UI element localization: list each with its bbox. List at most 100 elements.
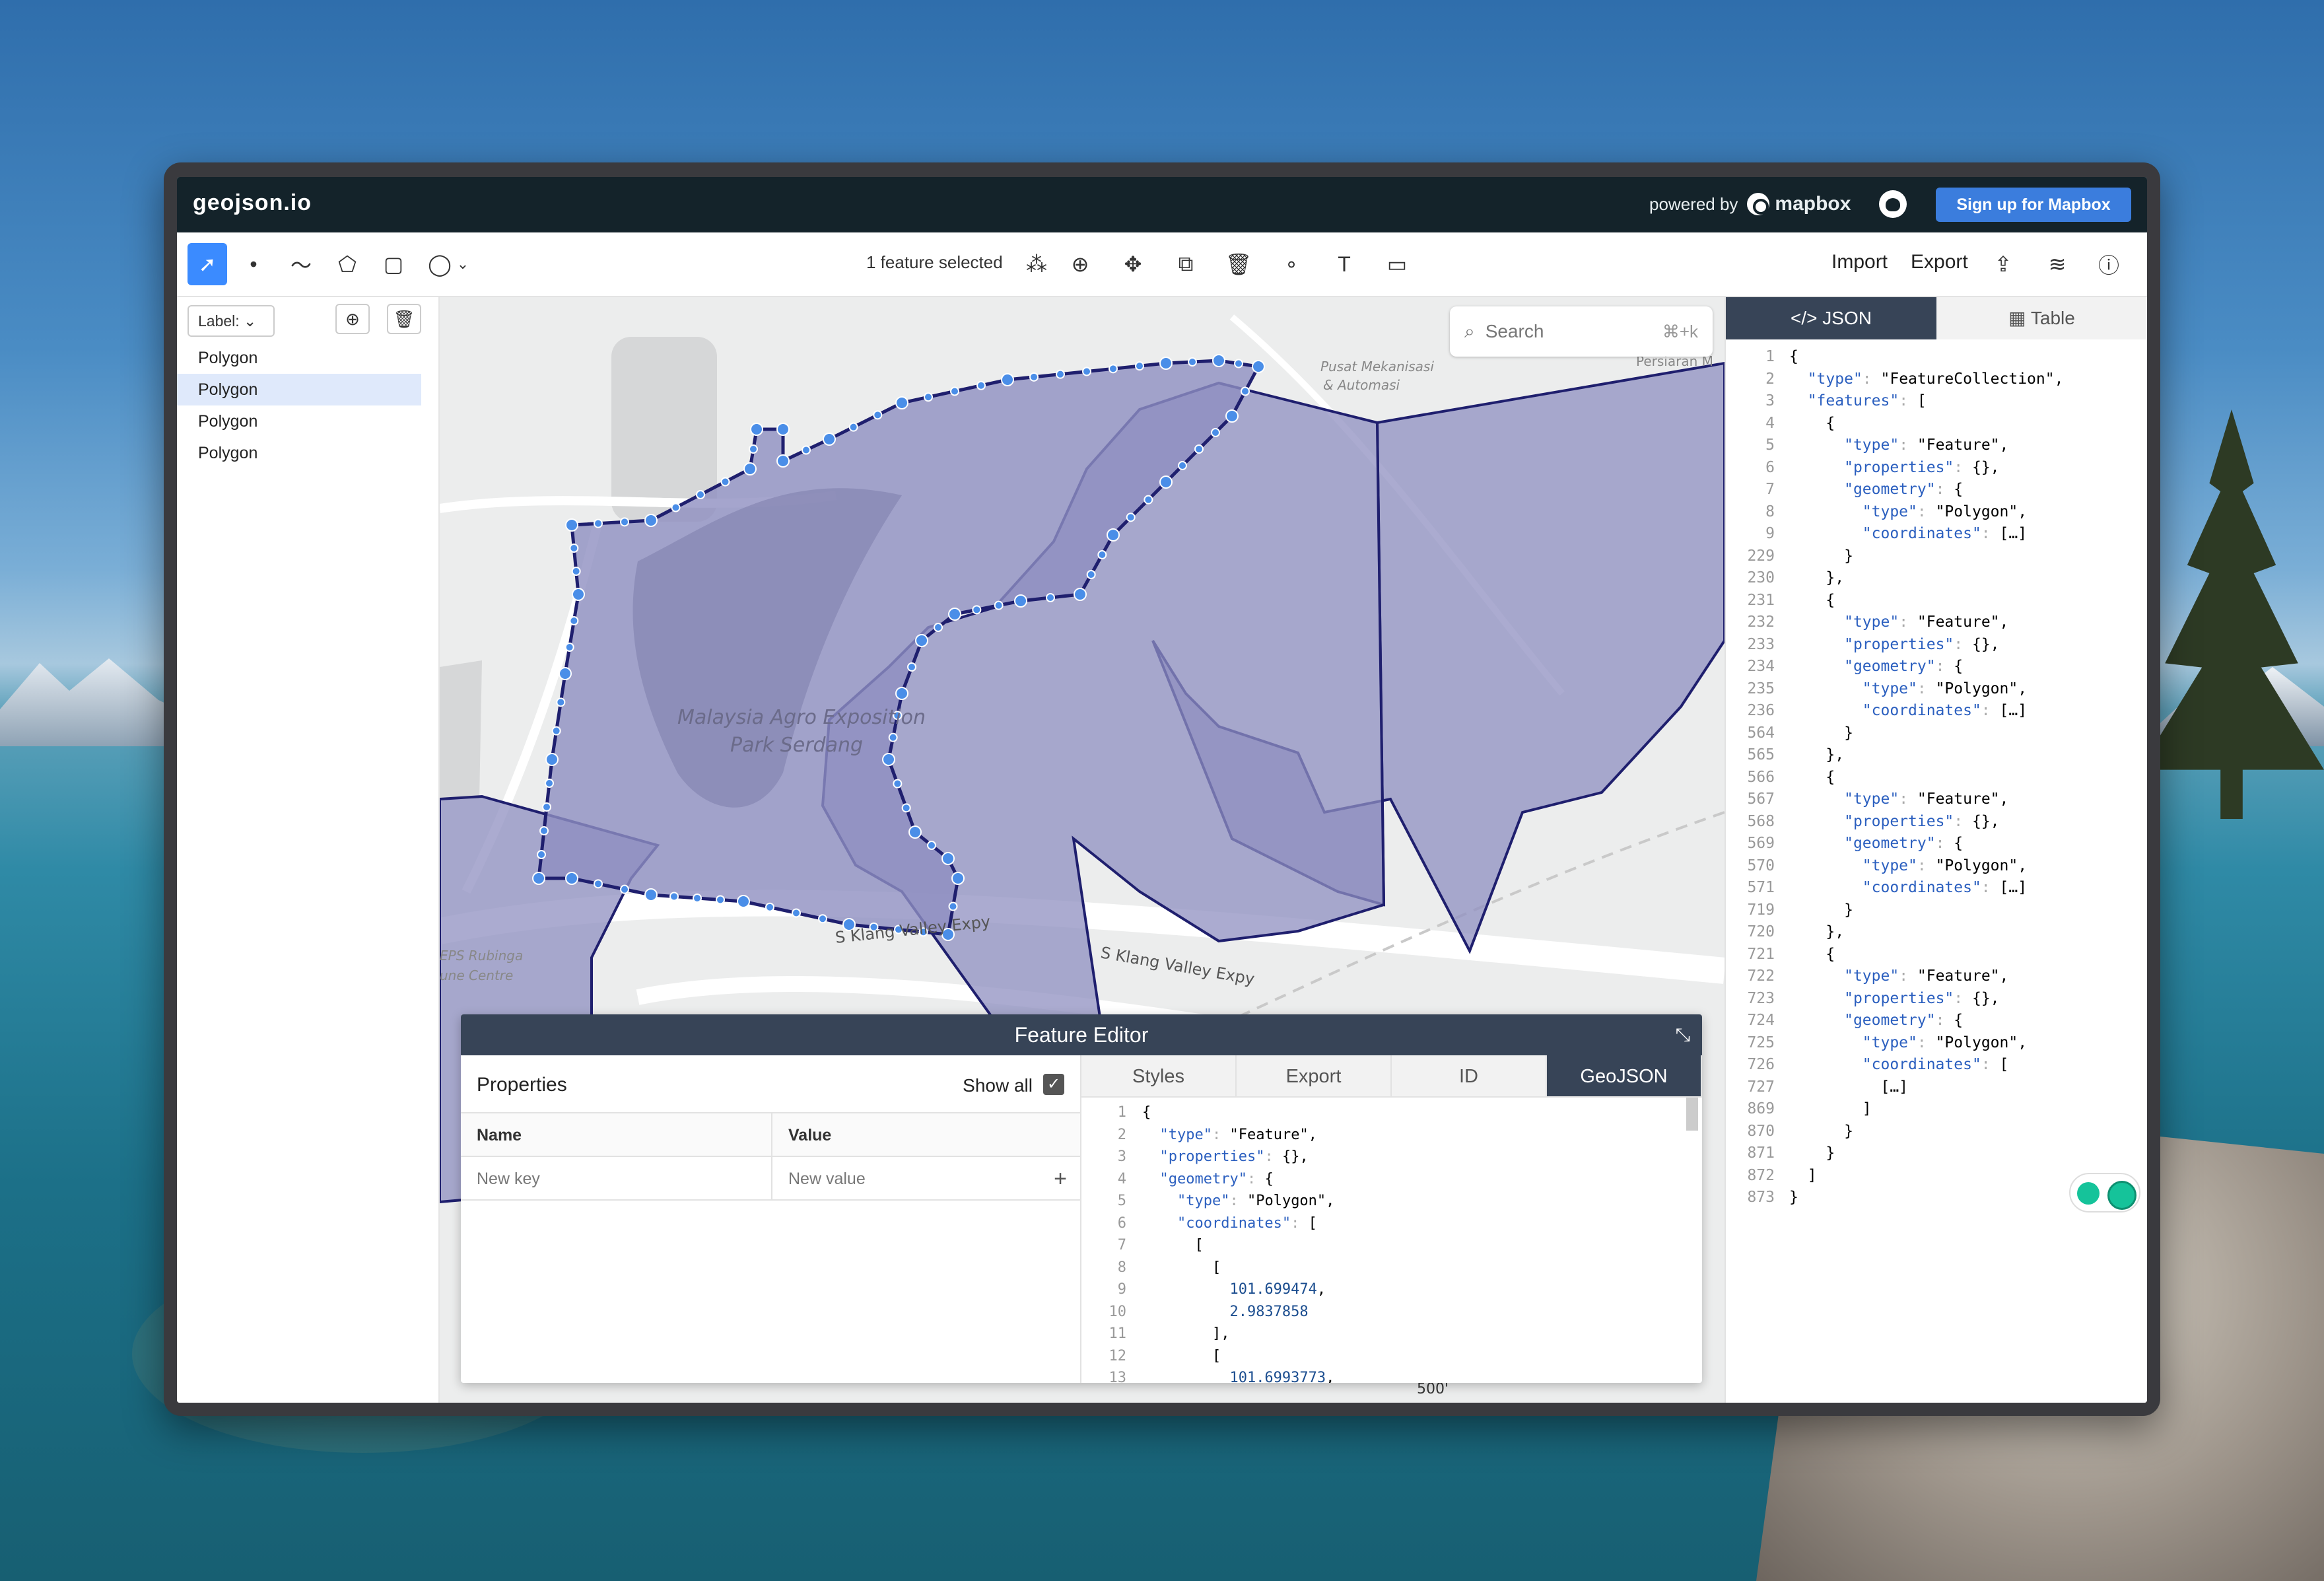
trash-icon[interactable]: 🗑 — [1219, 243, 1258, 285]
tab-geojson[interactable]: GeoJSON — [1547, 1055, 1702, 1096]
vertex-handle[interactable] — [888, 732, 898, 742]
grammarly-icon[interactable] — [2069, 1173, 2140, 1212]
vertex-handle[interactable] — [750, 423, 763, 436]
vertex-handle[interactable] — [551, 726, 561, 736]
vertex-handle[interactable] — [1029, 372, 1039, 382]
tab-table[interactable]: ▦ Table — [1936, 297, 2147, 339]
vertex-handle[interactable] — [571, 567, 581, 576]
vertex-handle[interactable] — [776, 454, 790, 468]
label-select[interactable]: Label: ⌄ — [188, 305, 275, 337]
vertex-handle[interactable] — [1082, 367, 1091, 376]
vertex-handle[interactable] — [1135, 361, 1144, 371]
text-icon[interactable]: T — [1324, 243, 1364, 285]
vertex-handle[interactable] — [539, 826, 549, 835]
vertex-handle[interactable] — [1046, 593, 1055, 602]
vertex-handle[interactable] — [1159, 357, 1173, 370]
new-key-input[interactable]: New key — [461, 1157, 772, 1201]
vertex-handle[interactable] — [696, 490, 705, 499]
target-icon[interactable]: ⊕ — [1060, 243, 1100, 285]
vertex-handle[interactable] — [776, 423, 790, 436]
info-icon[interactable]: ⓘ — [2089, 243, 2129, 285]
geojson-code-editor[interactable]: 1{2 "type": "Feature", 3 "properties": {}… — [1081, 1098, 1689, 1383]
vertex-handle[interactable] — [542, 802, 551, 812]
ruler-icon[interactable]: ▭ — [1377, 243, 1417, 285]
vertex-handle[interactable] — [1126, 512, 1136, 522]
vertex-handle[interactable] — [1225, 409, 1239, 423]
vertex-handle[interactable] — [1144, 495, 1153, 505]
vertex-handle[interactable] — [1252, 360, 1265, 373]
vertex-handle[interactable] — [545, 753, 559, 766]
import-menu[interactable]: Import — [1831, 251, 1888, 273]
vertex-handle[interactable] — [893, 779, 903, 789]
vertex-handle[interactable] — [765, 902, 774, 912]
vertex-handle[interactable] — [572, 588, 585, 601]
vertex-handle[interactable] — [620, 884, 629, 894]
vertex-handle[interactable] — [594, 518, 603, 528]
tab-styles[interactable]: Styles — [1081, 1055, 1237, 1096]
vertex-handle[interactable] — [1056, 369, 1065, 379]
vertex-handle[interactable] — [907, 662, 916, 672]
vertex-handle[interactable] — [1107, 528, 1120, 542]
duplicate-icon[interactable]: ⧉ — [1166, 243, 1206, 285]
vertex-handle[interactable] — [545, 779, 554, 788]
vertex-handle[interactable] — [972, 605, 982, 615]
vertex-handle[interactable] — [559, 667, 572, 680]
vertex-handle[interactable] — [818, 914, 827, 924]
share-icon[interactable]: ⇪ — [1983, 243, 2023, 285]
delete-feature-icon[interactable]: 🗑 — [387, 304, 421, 334]
vertex-handle[interactable] — [1212, 354, 1225, 367]
vertex-handle[interactable] — [895, 687, 908, 700]
polygon-tool-icon[interactable]: ⬠ — [327, 243, 367, 285]
vertex-handle[interactable] — [934, 623, 943, 632]
vertex-handle[interactable] — [1211, 428, 1220, 437]
add-property-icon[interactable]: + — [1054, 1157, 1067, 1201]
vertex-handle[interactable] — [565, 518, 578, 532]
vertex-handle[interactable] — [594, 879, 603, 889]
vertex-handle[interactable] — [569, 616, 579, 625]
chevron-down-icon[interactable]: ⌄ — [453, 243, 473, 285]
signup-button[interactable]: Sign up for Mapbox — [1936, 188, 2131, 222]
zoom-to-feature-icon[interactable]: ⊕ — [335, 304, 370, 334]
vertex-handle[interactable] — [994, 600, 1004, 610]
vertex-handle[interactable] — [644, 888, 658, 901]
vertex-handle[interactable] — [716, 895, 725, 905]
export-menu[interactable]: Export — [1911, 251, 1968, 273]
vertex-handle[interactable] — [1194, 444, 1204, 454]
vertex-handle[interactable] — [1097, 550, 1107, 559]
featurecollection-code-editor[interactable]: 1{2 "type": "FeatureCollection", 3 "featu… — [1726, 346, 2147, 1209]
vertex-handle[interactable] — [948, 608, 961, 621]
vertex-handle[interactable] — [976, 380, 986, 390]
vertex-handle[interactable] — [1178, 461, 1187, 470]
point-tool-icon[interactable]: • — [234, 243, 273, 285]
show-all-checkbox[interactable]: ✓ — [1043, 1074, 1064, 1095]
vertex-handle[interactable] — [848, 422, 858, 432]
powered-by[interactable]: powered by mapbox — [1649, 193, 1851, 215]
vertex-handle[interactable] — [792, 908, 801, 918]
rectangle-tool-icon[interactable]: ▢ — [374, 243, 413, 285]
vertex-handle[interactable] — [749, 444, 758, 454]
vertex-handle[interactable] — [1074, 588, 1087, 601]
vertex-handle[interactable] — [737, 895, 750, 908]
vertex-handle[interactable] — [564, 643, 574, 652]
map-canvas[interactable]: Malaysia Agro Exposition Park Serdang S … — [440, 297, 1725, 1403]
brand-title[interactable]: geojson.io — [193, 190, 312, 216]
vertex-handle[interactable] — [823, 433, 836, 446]
vertex-handle[interactable] — [569, 544, 579, 553]
layers-icon[interactable]: ≋ — [2037, 243, 2077, 285]
vertex-handle[interactable] — [950, 386, 959, 396]
vertex-handle[interactable] — [1109, 364, 1118, 374]
vertex-handle[interactable] — [1014, 594, 1027, 608]
vertex-handle[interactable] — [924, 392, 933, 402]
vertex-handle[interactable] — [693, 894, 702, 903]
vertex-handle[interactable] — [873, 410, 883, 420]
vertex-handle[interactable] — [915, 634, 928, 647]
move-icon[interactable]: ✥ — [1113, 243, 1153, 285]
line-tool-icon[interactable]: 〜 — [281, 243, 321, 285]
vertex-handle[interactable] — [948, 901, 958, 911]
vertex-handle[interactable] — [951, 872, 965, 885]
vertex-handle[interactable] — [532, 872, 545, 885]
vertex-handle[interactable] — [941, 852, 955, 865]
vertex-handle[interactable] — [908, 826, 922, 839]
vertex-handle[interactable] — [565, 872, 578, 885]
github-icon[interactable] — [1879, 190, 1907, 218]
